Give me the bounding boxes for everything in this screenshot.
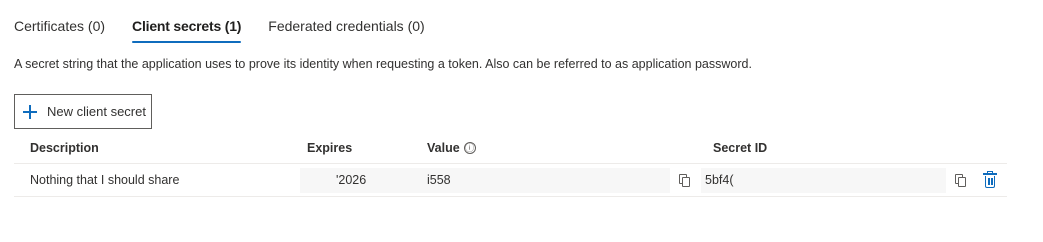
new-client-secret-label: New client secret	[47, 104, 146, 119]
secret-value: i558	[427, 173, 451, 187]
column-header-description[interactable]: Description	[30, 132, 99, 163]
delete-secret-icon[interactable]	[983, 171, 997, 189]
redacted-secret-id-area	[701, 168, 946, 193]
column-header-value-label: Value	[427, 140, 460, 155]
tab-client-secrets[interactable]: Client secrets (1)	[132, 17, 242, 43]
column-header-value[interactable]: Value ⓘ	[427, 132, 476, 163]
tab-bar: Certificates (0) Client secrets (1) Fede…	[14, 17, 452, 43]
copy-secret-id-icon[interactable]	[955, 174, 968, 187]
column-header-expires[interactable]: Expires	[307, 132, 352, 163]
copy-value-icon[interactable]	[679, 174, 692, 187]
secret-expires: '2026	[336, 173, 367, 187]
tab-certificates[interactable]: Certificates (0)	[14, 17, 105, 43]
new-client-secret-button[interactable]: New client secret	[14, 94, 152, 129]
secret-description: Nothing that I should share	[30, 173, 180, 187]
table-row: Nothing that I should share '2026 i558 5…	[14, 164, 1007, 197]
secret-id: 5bf4(	[705, 173, 734, 187]
client-secrets-table: Description Expires Value ⓘ Secret ID No…	[14, 132, 1007, 197]
table-header-row: Description Expires Value ⓘ Secret ID	[14, 132, 1007, 164]
column-header-secret-id[interactable]: Secret ID	[713, 132, 767, 163]
tab-federated-credentials[interactable]: Federated credentials (0)	[268, 17, 424, 43]
info-icon[interactable]: ⓘ	[463, 141, 476, 154]
plus-icon	[23, 104, 37, 119]
redacted-value-area	[420, 168, 670, 193]
section-description: A secret string that the application use…	[14, 57, 752, 71]
